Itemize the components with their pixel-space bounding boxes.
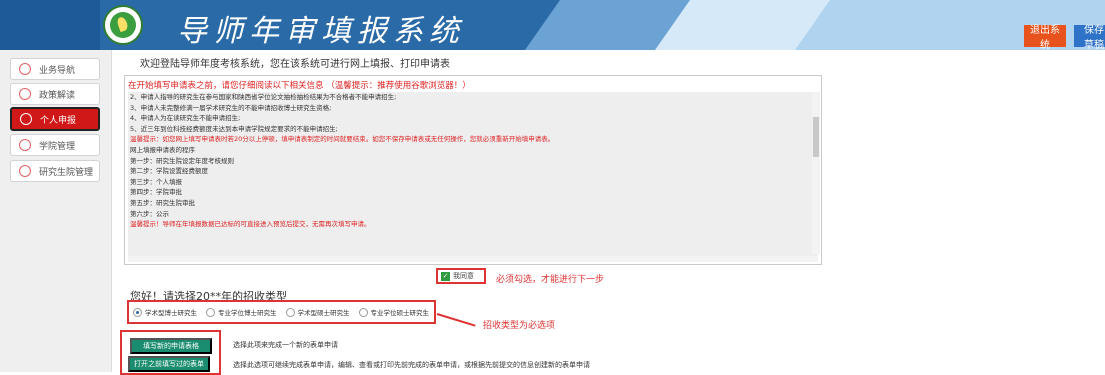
sidebar-item-label: 个人申报	[40, 115, 77, 126]
new-application-button[interactable]: 填写新的申请表格	[130, 338, 212, 354]
sidebar-item-grad-admin[interactable]: 研究生院管理	[10, 160, 100, 182]
radio-unselected-icon[interactable]	[358, 307, 368, 317]
agree-checkbox-box[interactable]: ✓ 我同意	[436, 268, 486, 284]
notice-panel: 在开始填写申请表之前，请您仔细阅读以下相关信息 （温馨提示：推荐使用谷歌浏览器！…	[124, 75, 822, 265]
radio-professional-phd[interactable]: 专业学位博士研究生	[206, 307, 277, 317]
radio-label: 学术型硕士研究生	[297, 309, 350, 317]
sidebar-item-label: 研究生院管理	[39, 167, 94, 178]
admission-type-hint: 招收类型为必选项	[483, 321, 556, 331]
notice-line: 4、申请人为在读研究生不能申请招生;	[130, 114, 241, 123]
radio-professional-master[interactable]: 专业学位硕士研究生	[358, 307, 430, 317]
notice-line: 第四步：学院审批	[130, 188, 182, 197]
notice-line: 第三步：个人填报	[130, 177, 182, 186]
notice-line: 第五步：研究生院审批	[130, 198, 195, 207]
save-draft-button[interactable]: 保存草稿	[1074, 25, 1105, 50]
grad-admin-icon	[19, 165, 31, 177]
admission-type-group: 学术型博士研究生 专业学位博士研究生 学术型硕士研究生 专业学位硕士研究生	[127, 300, 436, 324]
sidebar-item-college-admin[interactable]: 学院管理	[10, 134, 100, 156]
annotation-arrow	[436, 313, 476, 327]
sidebar-item-policy[interactable]: 政策解读	[10, 83, 100, 105]
sidebar-item-personal-apply[interactable]: 个人申报	[10, 107, 100, 131]
sidebar-item-label: 学院管理	[39, 141, 76, 152]
radio-unselected-icon[interactable]	[206, 307, 215, 317]
header-left-band	[0, 0, 100, 50]
personal-apply-icon	[20, 113, 32, 125]
app-header: 导师年审填报系统 退出系统 保存草稿	[0, 0, 1105, 50]
radio-academic-phd[interactable]: 学术型博士研究生	[133, 307, 197, 317]
welcome-text: 欢迎登陆导师年度考核系统，您在该系统可进行网上填报、打印申请表	[140, 59, 450, 70]
notice-line: 第二步：学院设置经费额度	[130, 167, 208, 176]
notice-horizontal-scrollbar[interactable]	[128, 256, 818, 262]
notice-textarea[interactable]: 2、申请人指导的研究生在参与国家和陕西省学位论文抽检抽检结果为不合格者不能申请招…	[128, 92, 818, 262]
sidebar-item-business-nav[interactable]: 业务导航	[10, 58, 100, 80]
notice-line: 第一步：研究生院设定年度考核规则	[130, 156, 234, 165]
notice-heading: 在开始填写申请表之前，请您仔细阅读以下相关信息 （温馨提示：推荐使用谷歌浏览器！…	[128, 81, 471, 91]
notice-line: 5、近三年到位科技经费额度未达到本申请学院规定要求的不能申请招生;	[130, 124, 338, 133]
college-admin-icon	[19, 139, 31, 151]
open-previous-form-button[interactable]: 打开之前填写过的表单	[128, 356, 210, 372]
business-nav-icon	[19, 63, 31, 75]
notice-line: 3、申请人未完整修满一届学术研究生的不能申请招收博士研究生资格;	[130, 103, 332, 112]
agree-label: 我同意	[453, 272, 474, 280]
radio-label: 专业学位硕士研究生	[370, 309, 430, 317]
checkbox-checked-icon[interactable]: ✓	[441, 271, 450, 281]
logout-button[interactable]: 退出系统	[1024, 25, 1066, 50]
notice-scrollbar[interactable]	[812, 92, 820, 254]
logo-emblem-icon	[110, 12, 136, 38]
notice-line: 第六步：公示	[130, 209, 169, 218]
notice-line-warning: 温馨提示！导师在年填报数据已达标的可直接进入预览后提交，无需再次填写申请。	[130, 220, 371, 229]
university-logo	[103, 5, 143, 45]
radio-selected-icon[interactable]	[133, 307, 142, 317]
notice-line-warning: 温馨提示：如您网上填写申请表时若20分以上停顿，填申请表制定的时间就要结束。如您…	[130, 135, 555, 144]
radio-label: 专业学位博士研究生	[218, 309, 277, 317]
radio-unselected-icon[interactable]	[285, 307, 295, 317]
system-title: 导师年审填报系统	[177, 14, 465, 49]
radio-label: 学术型博士研究生	[145, 309, 197, 317]
radio-academic-master[interactable]: 学术型硕士研究生	[285, 307, 350, 317]
policy-icon	[19, 88, 31, 100]
scrollbar-thumb[interactable]	[813, 117, 819, 157]
open-previous-form-desc: 选择此选项可继续完成表单申请，编辑、查看或打印先前完成的表单申请，或根据先前提交…	[233, 361, 590, 369]
notice-line: 网上填报申请表的程序	[130, 145, 195, 154]
sidebar-item-label: 业务导航	[39, 65, 76, 76]
sidebar: 业务导航 政策解读 个人申报 学院管理 研究生院管理	[0, 50, 112, 372]
sidebar-item-label: 政策解读	[39, 90, 76, 101]
new-application-desc: 选择此项来完成一个新的表单申请	[233, 341, 338, 349]
agree-hint: 必须勾选，才能进行下一步	[496, 275, 605, 285]
notice-line: 2、申请人指导的研究生在参与国家和陕西省学位论文抽检抽检结果为不合格者不能申请招…	[130, 93, 397, 101]
